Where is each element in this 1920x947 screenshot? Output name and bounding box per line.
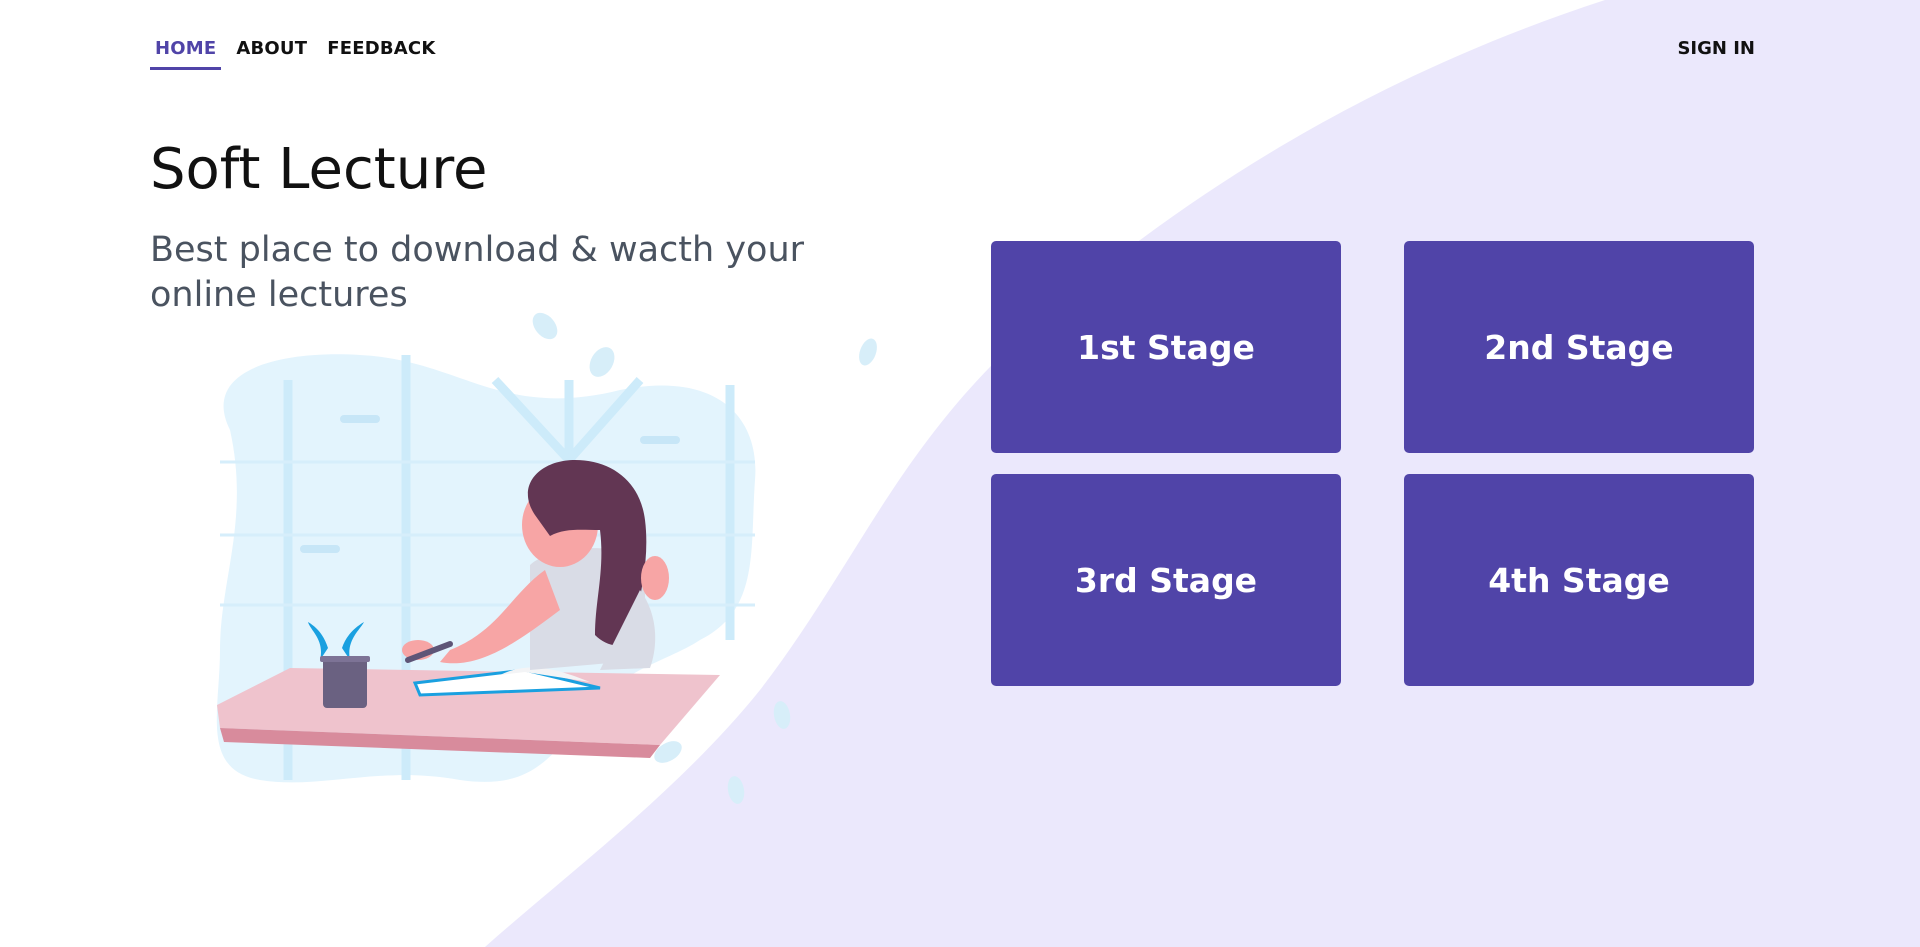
page-subtitle: Best place to download & wacth your onli…	[150, 230, 805, 315]
stage-1-card[interactable]: 1st Stage	[991, 241, 1341, 453]
stage-1-label: 1st Stage	[1077, 327, 1255, 367]
student-studying-illustration	[216, 312, 877, 804]
nav-feedback-link[interactable]: FEEDBACK	[322, 38, 440, 70]
nav-home-link[interactable]: HOME	[150, 38, 222, 70]
stage-2-card[interactable]: 2nd Stage	[1404, 241, 1754, 453]
stage-4-label: 4th Stage	[1488, 560, 1670, 600]
sign-in-link[interactable]: SIGN IN	[1677, 38, 1755, 59]
page: HOME ABOUT FEEDBACK SIGN IN Soft Lecture…	[0, 0, 1920, 947]
stage-2-label: 2nd Stage	[1484, 327, 1674, 367]
page-title: Soft Lecture	[150, 137, 488, 202]
stage-4-card[interactable]: 4th Stage	[1404, 474, 1754, 686]
main-nav: HOME ABOUT FEEDBACK	[150, 38, 450, 70]
nav-about-link[interactable]: ABOUT	[231, 38, 312, 70]
stage-3-card[interactable]: 3rd Stage	[991, 474, 1341, 686]
stage-3-label: 3rd Stage	[1074, 560, 1258, 600]
